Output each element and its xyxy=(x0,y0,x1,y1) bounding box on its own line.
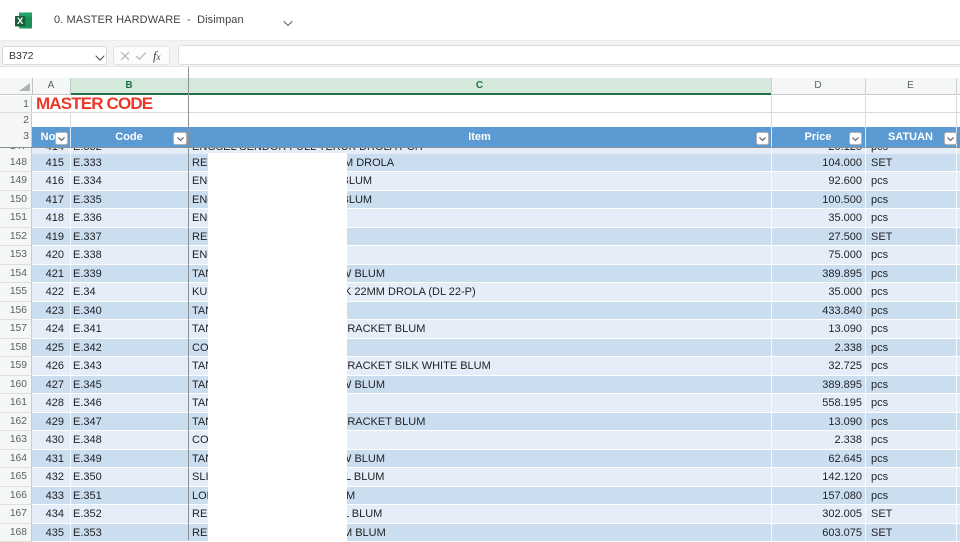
svg-text:X: X xyxy=(17,16,24,27)
